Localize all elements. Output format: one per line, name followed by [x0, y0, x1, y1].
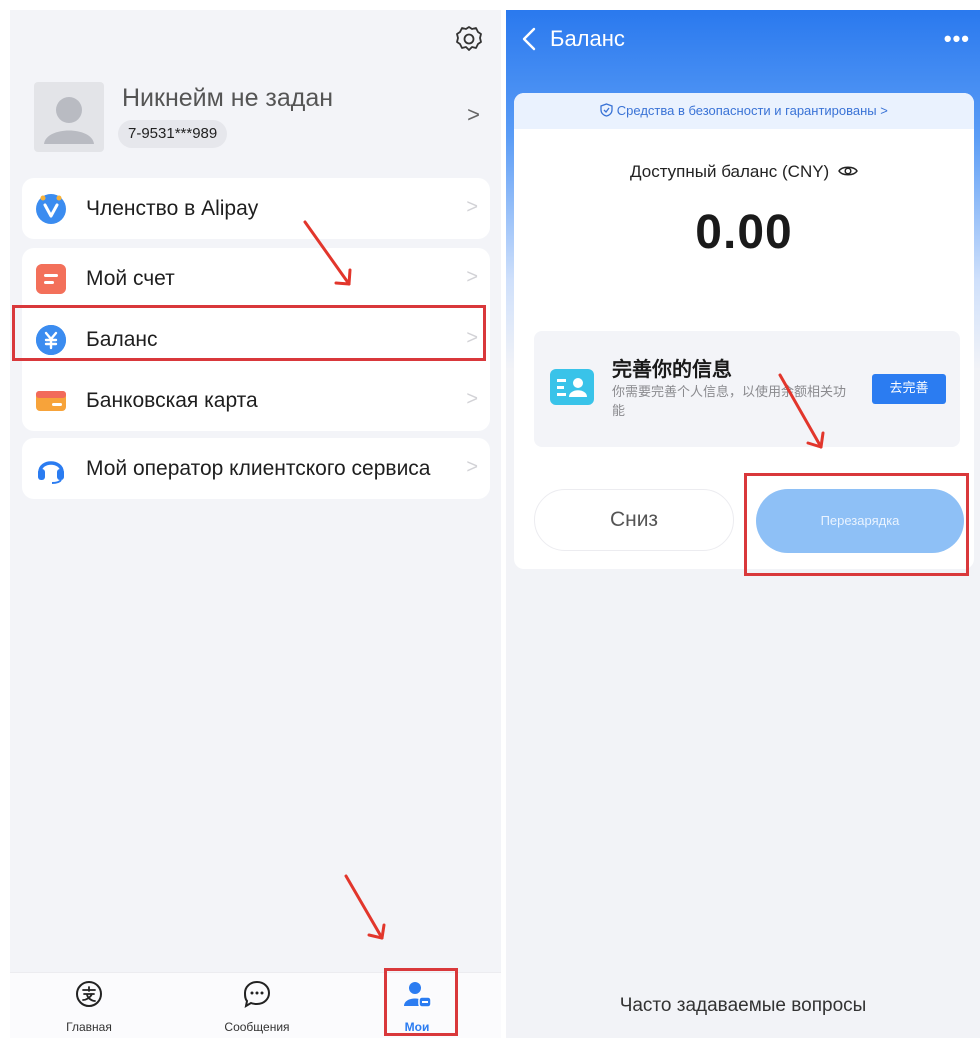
menu-item-my-bill[interactable]: Мой счет >	[22, 248, 490, 309]
membership-card: Членство в Alipay >	[22, 178, 490, 239]
highlight-mine-tab-box	[384, 968, 458, 1036]
more-options-icon[interactable]: •••	[944, 26, 970, 52]
phone-number: 7-9531***989	[118, 120, 228, 148]
menu-item-membership[interactable]: Членство в Alipay >	[22, 178, 490, 239]
chevron-right-icon: >	[467, 102, 480, 127]
id-card-icon	[550, 369, 594, 405]
available-balance-text: Доступный баланс (CNY)	[630, 162, 830, 181]
withdraw-button[interactable]: Сниз	[534, 489, 734, 551]
chat-bubble-icon	[243, 980, 271, 1009]
tab-home[interactable]: Главная	[34, 979, 144, 1034]
profile-header[interactable]: Никнейм не задан 7-9531***989 >	[34, 82, 484, 154]
headset-icon	[36, 454, 66, 484]
support-card: Мой оператор клиентского сервиса >	[22, 438, 490, 499]
info-title: 完善你的信息	[612, 357, 732, 381]
bank-card-icon	[36, 386, 66, 416]
menu-item-customer-service[interactable]: Мой оператор клиентского сервиса >	[22, 438, 490, 499]
nickname: Никнейм не задан	[122, 84, 334, 112]
bill-icon	[36, 263, 66, 294]
shield-check-icon	[600, 103, 613, 117]
chevron-right-icon: >	[466, 196, 478, 218]
menu-item-label: Мой оператор клиентского сервиса	[86, 456, 431, 480]
avatar[interactable]	[34, 82, 104, 152]
info-description: 你需要完善个人信息，以使用余额相关功能	[612, 385, 847, 419]
tab-label: Сообщения	[224, 1020, 290, 1034]
highlight-balance-box	[12, 305, 486, 361]
back-arrow-icon[interactable]	[520, 26, 538, 52]
membership-badge-icon	[36, 193, 66, 224]
my-page-panel: Никнейм не задан 7-9531***989 > Членство…	[10, 10, 501, 1038]
available-balance-label: Доступный баланс (CNY)	[514, 162, 974, 182]
chevron-right-icon: >	[466, 456, 478, 478]
safety-banner-text: Средства в безопасности и гарантированы …	[616, 103, 888, 118]
menu-item-label: Банковская карта	[86, 388, 258, 412]
alipay-logo-icon	[76, 981, 102, 1007]
tab-label: Главная	[66, 1020, 112, 1034]
highlight-topup-box	[744, 473, 969, 576]
menu-item-label: Мой счет	[86, 266, 175, 290]
complete-info-banner: 完善你的信息 你需要完善个人信息，以使用余额相关功能 去完善	[534, 331, 960, 447]
settings-gear-icon[interactable]	[454, 24, 484, 54]
safety-banner[interactable]: Средства в безопасности и гарантированы …	[514, 93, 974, 129]
faq-link[interactable]: Часто задаваемые вопросы	[506, 995, 980, 1017]
menu-item-label: Членство в Alipay	[86, 196, 259, 220]
tab-messages[interactable]: Сообщения	[202, 979, 312, 1034]
menu-item-bank-card[interactable]: Банковская карта >	[22, 370, 490, 431]
eye-icon[interactable]	[838, 164, 858, 178]
balance-amount: 0.00	[695, 206, 793, 259]
default-avatar-icon	[44, 97, 94, 144]
chevron-right-icon: >	[466, 388, 478, 410]
page-title: Баланс	[550, 26, 625, 51]
chevron-right-icon: >	[466, 266, 478, 288]
complete-info-button[interactable]: 去完善	[872, 374, 946, 404]
